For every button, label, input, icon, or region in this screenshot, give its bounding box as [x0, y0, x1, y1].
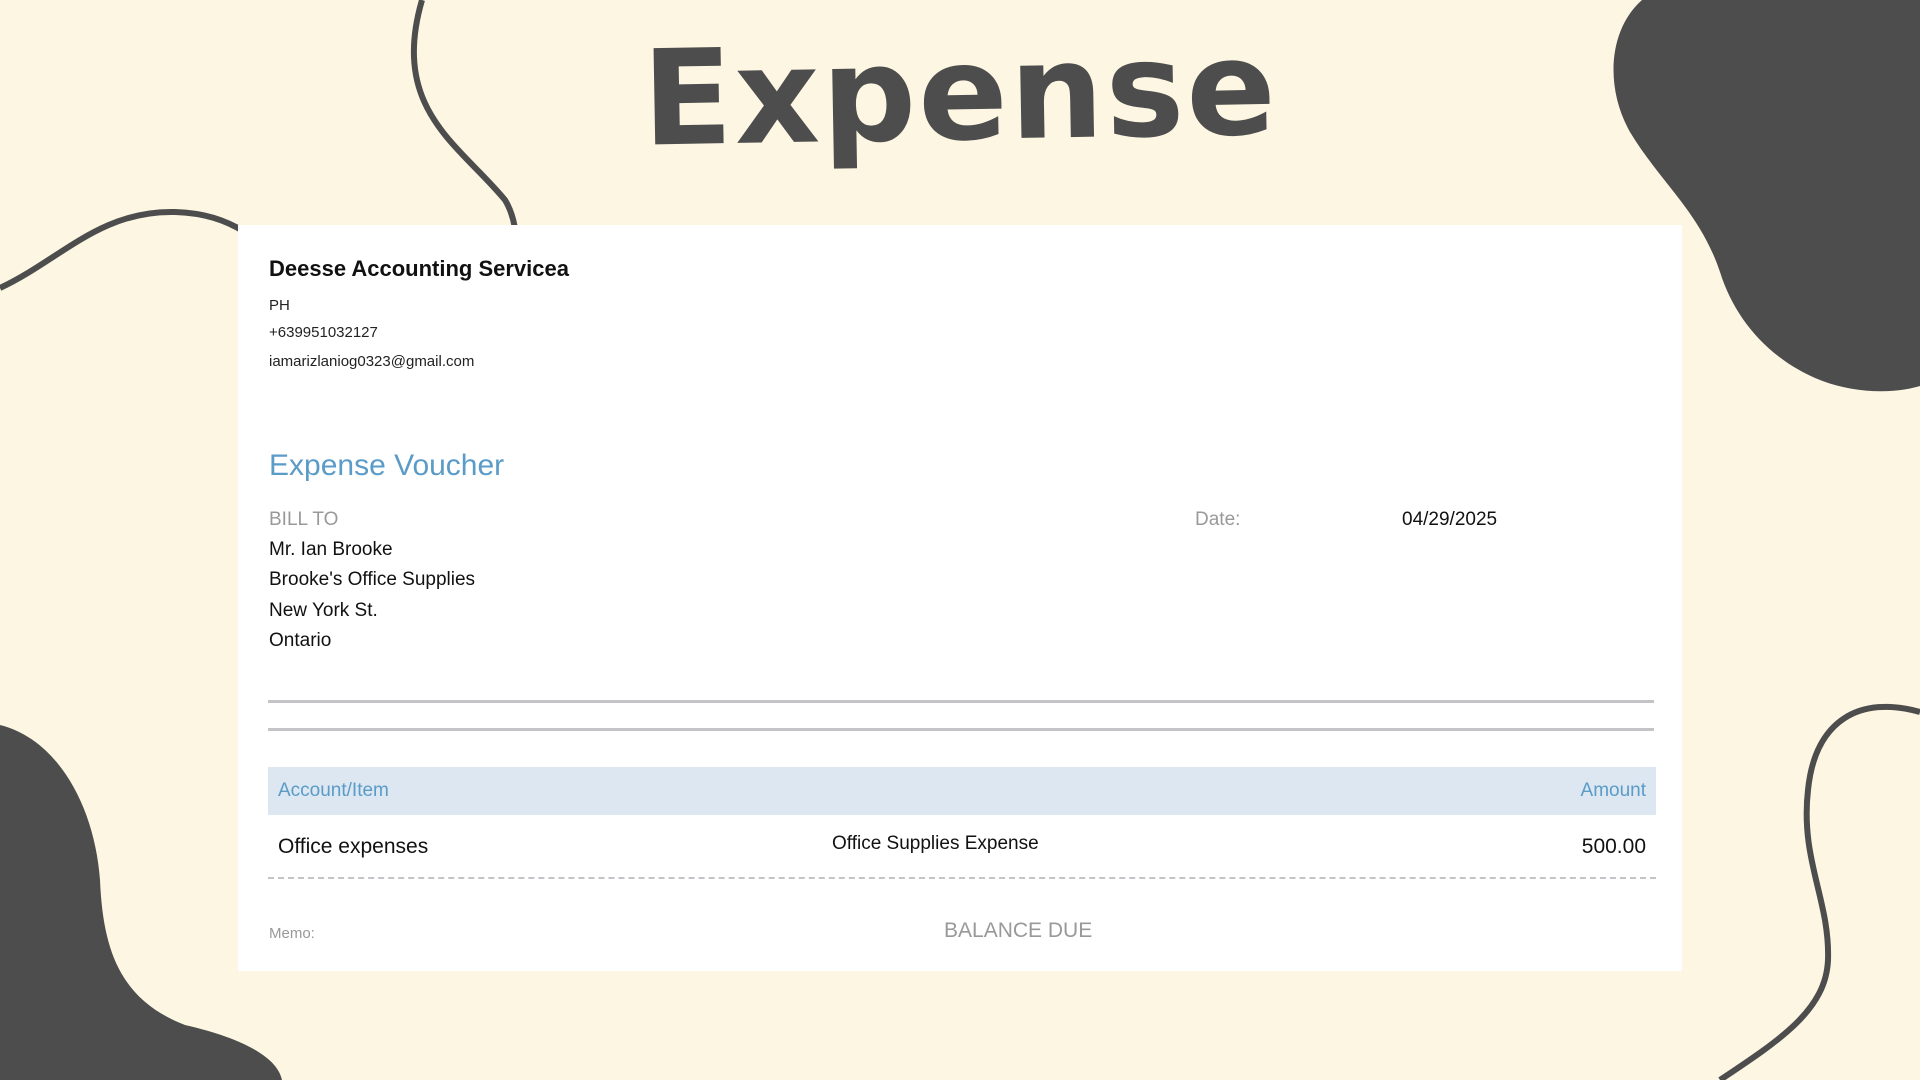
table-row: Office expenses Office Supplies Expense … — [268, 815, 1656, 879]
bill-to-name: Mr. Ian Brooke — [269, 539, 393, 560]
bill-to-street: New York St. — [269, 600, 378, 621]
bill-to-label: BILL TO — [269, 509, 339, 530]
table-header: Account/Item Amount — [268, 767, 1656, 815]
balance-due-label: BALANCE DUE — [944, 919, 1093, 942]
expense-voucher: Deesse Accounting Servicea PH +639951032… — [238, 225, 1682, 971]
divider-top — [268, 700, 1654, 703]
voucher-title: Expense Voucher — [269, 449, 505, 482]
bill-to-region: Ontario — [269, 630, 332, 651]
header-account-item: Account/Item — [278, 780, 389, 801]
bill-to-company: Brooke's Office Supplies — [269, 569, 476, 590]
bottom-right-wavy-line — [1718, 703, 1920, 1080]
left-wavy-line — [0, 208, 247, 291]
row-amount: 500.00 — [1581, 835, 1646, 858]
date-value: 04/29/2025 — [1402, 509, 1498, 530]
company-phone: +639951032127 — [269, 324, 378, 341]
company-name: Deesse Accounting Servicea — [269, 256, 569, 281]
date-label: Date: — [1195, 509, 1241, 530]
header-amount: Amount — [1580, 780, 1646, 801]
company-country: PH — [269, 297, 290, 314]
divider-bottom — [268, 728, 1654, 731]
company-email: iamarizlaniog0323@gmail.com — [269, 353, 475, 370]
memo-label: Memo: — [269, 925, 315, 942]
row-item: Office expenses — [278, 835, 429, 858]
row-description: Office Supplies Expense — [832, 833, 1039, 854]
